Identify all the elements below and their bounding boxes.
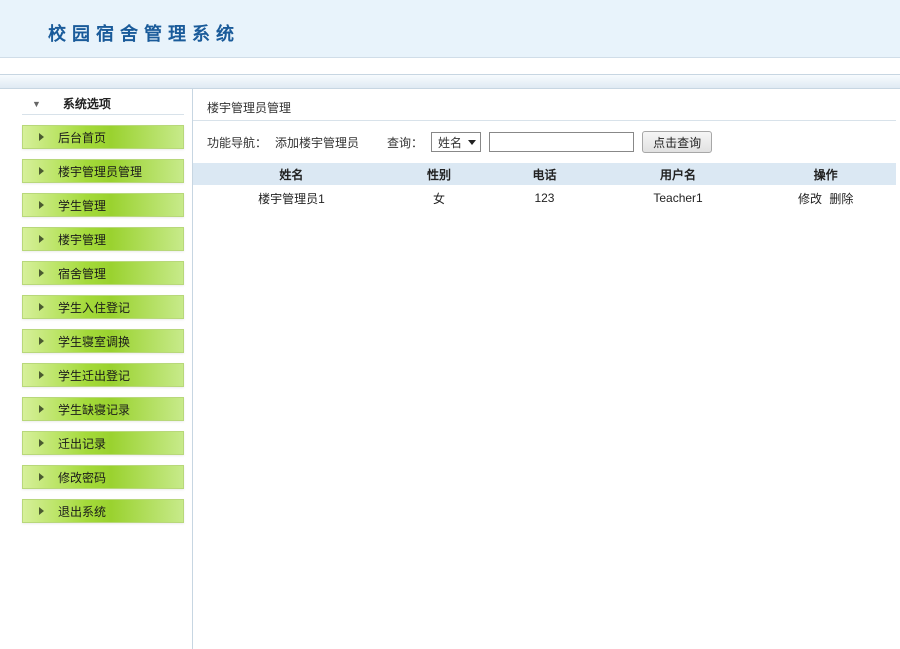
function-nav: 功能导航： 添加楼宇管理员 查询： 姓名 点击查询 (193, 121, 900, 163)
column-header: 操作 (755, 163, 896, 185)
sidebar-item-label: 楼宇管理 (58, 231, 106, 248)
sidebar-item-label: 迁出记录 (58, 435, 106, 452)
triangle-right-icon (39, 133, 44, 141)
triangle-right-icon (39, 167, 44, 175)
managers-table: 姓名性别电话用户名操作 楼宇管理员1女123Teacher1修改 删除 (193, 163, 896, 211)
delete-link[interactable]: 删除 (829, 192, 853, 206)
query-label: 查询： (387, 134, 423, 151)
sidebar-header[interactable]: ▼ 系统选项 (22, 93, 184, 115)
triangle-right-icon (39, 439, 44, 447)
sidebar-item-label: 学生入住登记 (58, 299, 130, 316)
app-title: 校园宿舍管理系统 (48, 20, 900, 46)
triangle-right-icon (39, 371, 44, 379)
add-manager-link[interactable]: 添加楼宇管理员 (275, 134, 359, 151)
sidebar-item-10[interactable]: 修改密码 (22, 465, 184, 489)
sidebar-item-label: 学生寝室调换 (58, 333, 130, 350)
sidebar-item-label: 后台首页 (58, 129, 106, 146)
sidebar-item-label: 学生缺寝记录 (58, 401, 130, 418)
toolbar-strip (0, 74, 900, 89)
sidebar-item-label: 楼宇管理员管理 (58, 163, 142, 180)
sidebar-item-3[interactable]: 楼宇管理 (22, 227, 184, 251)
sidebar-item-label: 修改密码 (58, 469, 106, 486)
search-input[interactable] (489, 132, 634, 152)
cell-username: Teacher1 (601, 185, 756, 211)
page-title: 楼宇管理员管理 (193, 95, 896, 121)
column-header: 姓名 (193, 163, 390, 185)
sidebar-item-label: 学生管理 (58, 197, 106, 214)
sidebar-item-label: 宿舍管理 (58, 265, 106, 282)
select-value: 姓名 (438, 134, 462, 151)
cell-phone: 123 (488, 185, 600, 211)
sidebar-item-label: 退出系统 (58, 503, 106, 520)
sidebar-item-11[interactable]: 退出系统 (22, 499, 184, 523)
sidebar-item-4[interactable]: 宿舍管理 (22, 261, 184, 285)
sidebar-item-6[interactable]: 学生寝室调换 (22, 329, 184, 353)
header-separator (0, 58, 900, 74)
table-row: 楼宇管理员1女123Teacher1修改 删除 (193, 185, 896, 211)
triangle-right-icon (39, 201, 44, 209)
triangle-right-icon (39, 405, 44, 413)
query-button[interactable]: 点击查询 (642, 131, 712, 153)
sidebar-header-title: 系统选项 (63, 95, 111, 112)
sidebar-item-0[interactable]: 后台首页 (22, 125, 184, 149)
sidebar-item-2[interactable]: 学生管理 (22, 193, 184, 217)
edit-link[interactable]: 修改 (798, 192, 822, 206)
sidebar: ▼ 系统选项 后台首页楼宇管理员管理学生管理楼宇管理宿舍管理学生入住登记学生寝室… (0, 89, 193, 649)
sidebar-item-1[interactable]: 楼宇管理员管理 (22, 159, 184, 183)
column-header: 电话 (488, 163, 600, 185)
triangle-right-icon (39, 303, 44, 311)
triangle-right-icon (39, 337, 44, 345)
sidebar-item-9[interactable]: 迁出记录 (22, 431, 184, 455)
sidebar-item-label: 学生迁出登记 (58, 367, 130, 384)
sidebar-item-5[interactable]: 学生入住登记 (22, 295, 184, 319)
app-header: 校园宿舍管理系统 (0, 0, 900, 58)
column-header: 性别 (390, 163, 488, 185)
cell-actions: 修改 删除 (755, 185, 896, 211)
triangle-right-icon (39, 507, 44, 515)
triangle-right-icon (39, 473, 44, 481)
cell-gender: 女 (390, 185, 488, 211)
sidebar-item-7[interactable]: 学生迁出登记 (22, 363, 184, 387)
sidebar-item-8[interactable]: 学生缺寝记录 (22, 397, 184, 421)
triangle-right-icon (39, 235, 44, 243)
search-field-select[interactable]: 姓名 (431, 132, 481, 152)
cell-name: 楼宇管理员1 (193, 185, 390, 211)
column-header: 用户名 (601, 163, 756, 185)
chevron-down-icon: ▼ (32, 99, 41, 109)
func-nav-label: 功能导航： (207, 134, 267, 151)
triangle-right-icon (39, 269, 44, 277)
content-area: 楼宇管理员管理 功能导航： 添加楼宇管理员 查询： 姓名 点击查询 姓名性别电话… (193, 89, 900, 649)
